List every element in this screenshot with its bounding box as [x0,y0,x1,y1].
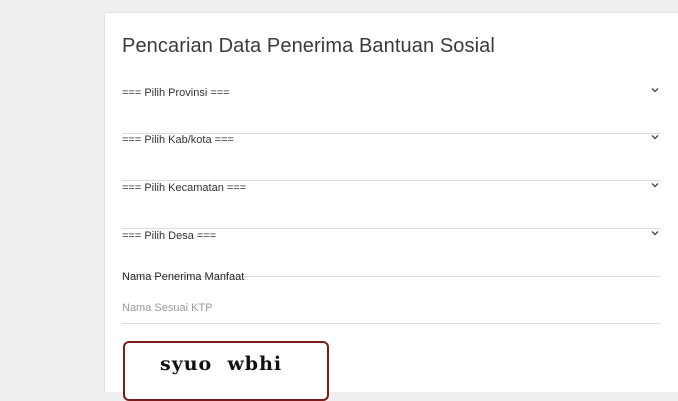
chevron-down-icon [651,135,659,140]
search-form-card: Pencarian Data Penerima Bantuan Sosial =… [104,12,678,401]
regency-city-select[interactable]: === Pilih Kab/kota === [122,134,661,181]
captcha-text: syuo wbhi [160,353,283,375]
recipient-name-label: Nama Penerima Manfaat [122,271,245,283]
chevron-down-icon [651,183,659,188]
captcha-image: syuo wbhi [123,341,329,401]
district-select-label: === Pilih Kecamatan === [122,182,247,194]
page-title: Pencarian Data Penerima Bantuan Sosial [122,35,495,57]
village-select-label: === Pilih Desa === [122,230,217,242]
province-select[interactable]: === Pilih Provinsi === [122,87,661,134]
village-select[interactable]: === Pilih Desa === [122,230,661,277]
chevron-down-icon [651,231,659,236]
province-select-label: === Pilih Provinsi === [122,87,230,99]
chevron-down-icon [651,88,659,93]
district-select[interactable]: === Pilih Kecamatan === [122,182,661,229]
recipient-name-input[interactable] [122,293,661,324]
regency-city-select-label: === Pilih Kab/kota === [122,134,234,146]
